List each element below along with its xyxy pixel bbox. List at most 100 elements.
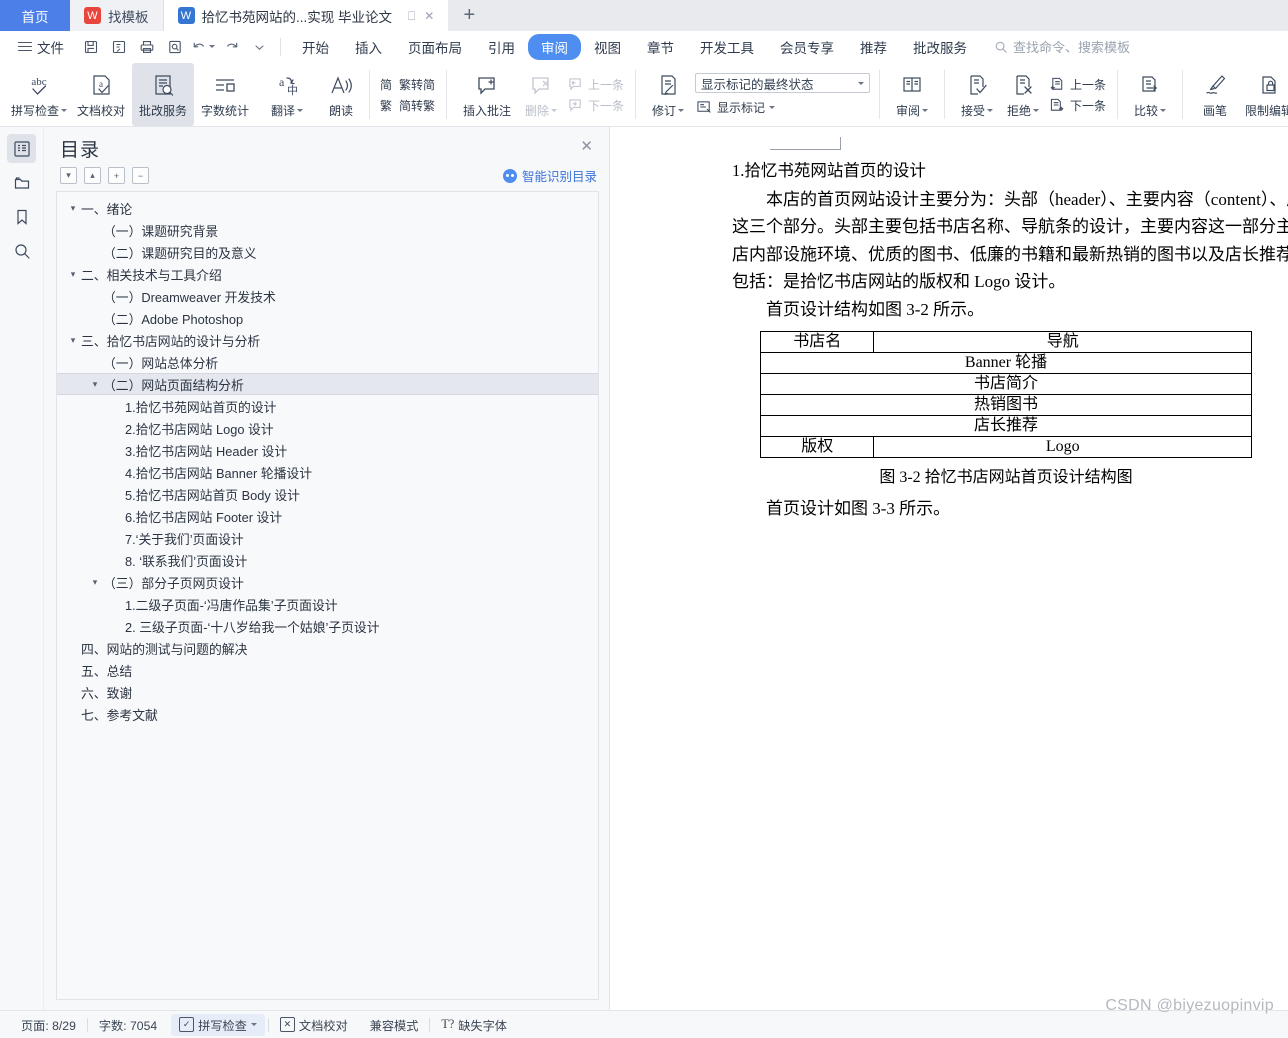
outline-item[interactable]: ▾六、致谢 [57, 681, 598, 703]
chevron-down-icon[interactable]: ▾ [60, 167, 77, 184]
minus-icon[interactable]: − [132, 167, 149, 184]
outline-item[interactable]: ▾（一）网站总体分析 [57, 351, 598, 373]
spell-check-button[interactable]: abc 拼写检查 [8, 63, 70, 126]
chevron-down-icon[interactable] [769, 106, 776, 109]
compare-button[interactable]: 比较 [1127, 63, 1173, 126]
chevron-down-icon[interactable] [61, 109, 67, 112]
chevron-down-icon[interactable]: ▾ [87, 577, 103, 588]
ribbon-tab-view[interactable]: 视图 [581, 34, 634, 60]
simp-to-trad-button[interactable]: 繁 简转繁 [377, 97, 435, 114]
outline-item[interactable]: ▾五、总结 [57, 659, 598, 681]
chevron-down-icon[interactable]: ▾ [65, 269, 81, 280]
outline-item[interactable]: ▾3.拾忆书店网站 Header 设计 [57, 439, 598, 461]
revise-service-button[interactable]: 批改服务 [132, 63, 194, 126]
ribbon-tab-recommend[interactable]: 推荐 [847, 34, 900, 60]
chevron-down-icon[interactable]: ▾ [65, 203, 81, 214]
accept-button[interactable]: 接受 [954, 63, 1000, 126]
ribbon-tab-references[interactable]: 引用 [475, 34, 528, 60]
chevron-down-icon[interactable]: ▾ [65, 335, 81, 346]
review-pane-button[interactable]: 审阅 [889, 63, 935, 126]
tab-find-template[interactable]: W 找模板 [70, 0, 164, 31]
markup-state-select[interactable]: 显示标记的最终状态 [695, 73, 871, 93]
chevron-down-icon[interactable] [250, 1023, 257, 1026]
plus-icon[interactable]: + [108, 167, 125, 184]
outline-item[interactable]: ▾1.二级子页面-‘冯唐作品集’子页面设计 [57, 593, 598, 615]
outline-item[interactable]: ▾（一）课题研究背景 [57, 219, 598, 241]
chevron-down-icon[interactable] [987, 109, 994, 112]
chevron-down-icon[interactable] [922, 109, 929, 112]
document-page[interactable]: 1.拾忆书苑网站首页的设计 本店的首页网站设计主要分为：头部（header）、主… [610, 127, 1288, 1010]
close-icon[interactable]: ✕ [424, 10, 434, 22]
chevron-down-icon[interactable] [1160, 109, 1167, 112]
status-page[interactable]: 页面: 8/29 [10, 1016, 87, 1034]
outline-item[interactable]: ▾7.‘关于我们’页面设计 [57, 527, 598, 549]
bookmark-panel-icon[interactable] [7, 202, 36, 231]
outline-item[interactable]: ▾6.拾忆书店网站 Footer 设计 [57, 505, 598, 527]
chevron-down-icon[interactable] [1033, 109, 1040, 112]
word-count-button[interactable]: 字数统计 [194, 63, 256, 126]
outline-item[interactable]: ▾七、参考文献 [57, 703, 598, 725]
smart-outline-button[interactable]: 智能识别目录 [502, 166, 597, 185]
insert-comment-button[interactable]: 插入批注 [456, 63, 518, 126]
ribbon-tab-start[interactable]: 开始 [289, 34, 342, 60]
chevron-down-icon[interactable] [678, 109, 685, 112]
chevron-down-icon[interactable] [297, 109, 303, 112]
doc-proof-button[interactable]: a 文档校对 [70, 63, 132, 126]
redo-icon[interactable] [218, 35, 244, 59]
status-missing-font[interactable]: T? 缺失字体 [430, 1016, 518, 1034]
print-preview-icon[interactable] [162, 35, 188, 59]
outline-list[interactable]: ▾一、绪论▾（一）课题研究背景▾（二）课题研究目的及意义▾二、相关技术与工具介绍… [56, 191, 599, 1000]
show-markup-button[interactable]: 显示标记 [695, 99, 870, 116]
outline-item[interactable]: ▾ 一、绪论 [57, 197, 598, 219]
ribbon-tab-member[interactable]: 会员专享 [767, 34, 847, 60]
ribbon-tab-chapter[interactable]: 章节 [634, 34, 687, 60]
track-changes-button[interactable]: 修订 [645, 63, 691, 126]
status-compat-mode[interactable]: 兼容模式 [359, 1016, 430, 1034]
save-icon[interactable] [78, 35, 104, 59]
outline-item[interactable]: ▾（二）Adobe Photoshop [57, 307, 598, 329]
outline-panel-icon[interactable] [7, 134, 36, 163]
ribbon-tab-developer[interactable]: 开发工具 [687, 34, 767, 60]
outline-item[interactable]: ▾ （二）网站页面结构分析 [57, 373, 598, 395]
restore-icon[interactable]: ⎕ [408, 10, 415, 22]
reject-button[interactable]: 拒绝 [1000, 63, 1046, 126]
outline-item[interactable]: ▾ 三、拾忆书店网站的设计与分析 [57, 329, 598, 351]
chevron-down-icon[interactable]: ▾ [87, 379, 103, 390]
outline-item[interactable]: ▾8. ‘联系我们’页面设计 [57, 549, 598, 571]
restrict-edit-button[interactable]: 限制编辑 [1238, 63, 1288, 126]
read-aloud-button[interactable]: 朗读 [318, 63, 364, 126]
customize-toolbar-icon[interactable] [246, 35, 272, 59]
trad-to-simp-button[interactable]: 简 繁转简 [377, 76, 435, 93]
save-as-icon[interactable] [106, 35, 132, 59]
document-viewport[interactable]: 1.拾忆书苑网站首页的设计 本店的首页网站设计主要分为：头部（header）、主… [610, 127, 1288, 1010]
outline-item[interactable]: ▾ 二、相关技术与工具介绍 [57, 263, 598, 285]
file-menu-button[interactable]: 文件 [10, 37, 72, 57]
status-word-count[interactable]: 字数: 7054 [88, 1016, 168, 1034]
outline-item[interactable]: ▾5.拾忆书店网站首页 Body 设计 [57, 483, 598, 505]
status-spell-check[interactable]: ✓ 拼写检查 [171, 1013, 265, 1036]
ribbon-tab-revise-service[interactable]: 批改服务 [900, 34, 980, 60]
brush-button[interactable]: 画笔 [1192, 63, 1238, 126]
print-icon[interactable] [134, 35, 160, 59]
outline-item[interactable]: ▾四、网站的测试与问题的解决 [57, 637, 598, 659]
undo-caret-icon[interactable] [209, 45, 215, 48]
outline-item[interactable]: ▾2. 三级子页面-‘十八岁给我一个姑娘’子页设计 [57, 615, 598, 637]
command-search[interactable]: 查找命令、搜索模板 [994, 37, 1130, 56]
outline-item[interactable]: ▾1.拾忆书苑网站首页的设计 [57, 395, 598, 417]
outline-item[interactable]: ▾2.拾忆书店网站 Logo 设计 [57, 417, 598, 439]
prev-change-button[interactable]: 上一条 [1048, 76, 1106, 93]
outline-item[interactable]: ▾（一）Dreamweaver 开发技术 [57, 285, 598, 307]
translate-button[interactable]: a 中 翻译 [256, 63, 318, 126]
search-panel-icon[interactable] [7, 236, 36, 265]
tab-document[interactable]: W 拾忆书苑网站的...实现 毕业论文 ⎕ ✕ [163, 0, 449, 31]
undo-icon[interactable] [190, 35, 216, 59]
outline-item[interactable]: ▾ （三）部分子页网页设计 [57, 571, 598, 593]
outline-item[interactable]: ▾（二）课题研究目的及意义 [57, 241, 598, 263]
close-icon[interactable]: ✕ [576, 135, 597, 158]
ribbon-tab-review[interactable]: 审阅 [528, 33, 581, 60]
ribbon-tab-insert[interactable]: 插入 [342, 34, 395, 60]
chevron-down-icon[interactable] [858, 81, 865, 85]
outline-item[interactable]: ▾4.拾忆书店网站 Banner 轮播设计 [57, 461, 598, 483]
chevron-up-icon[interactable]: ▴ [84, 167, 101, 184]
status-doc-proof[interactable]: ✕ 文档校对 [269, 1016, 359, 1034]
